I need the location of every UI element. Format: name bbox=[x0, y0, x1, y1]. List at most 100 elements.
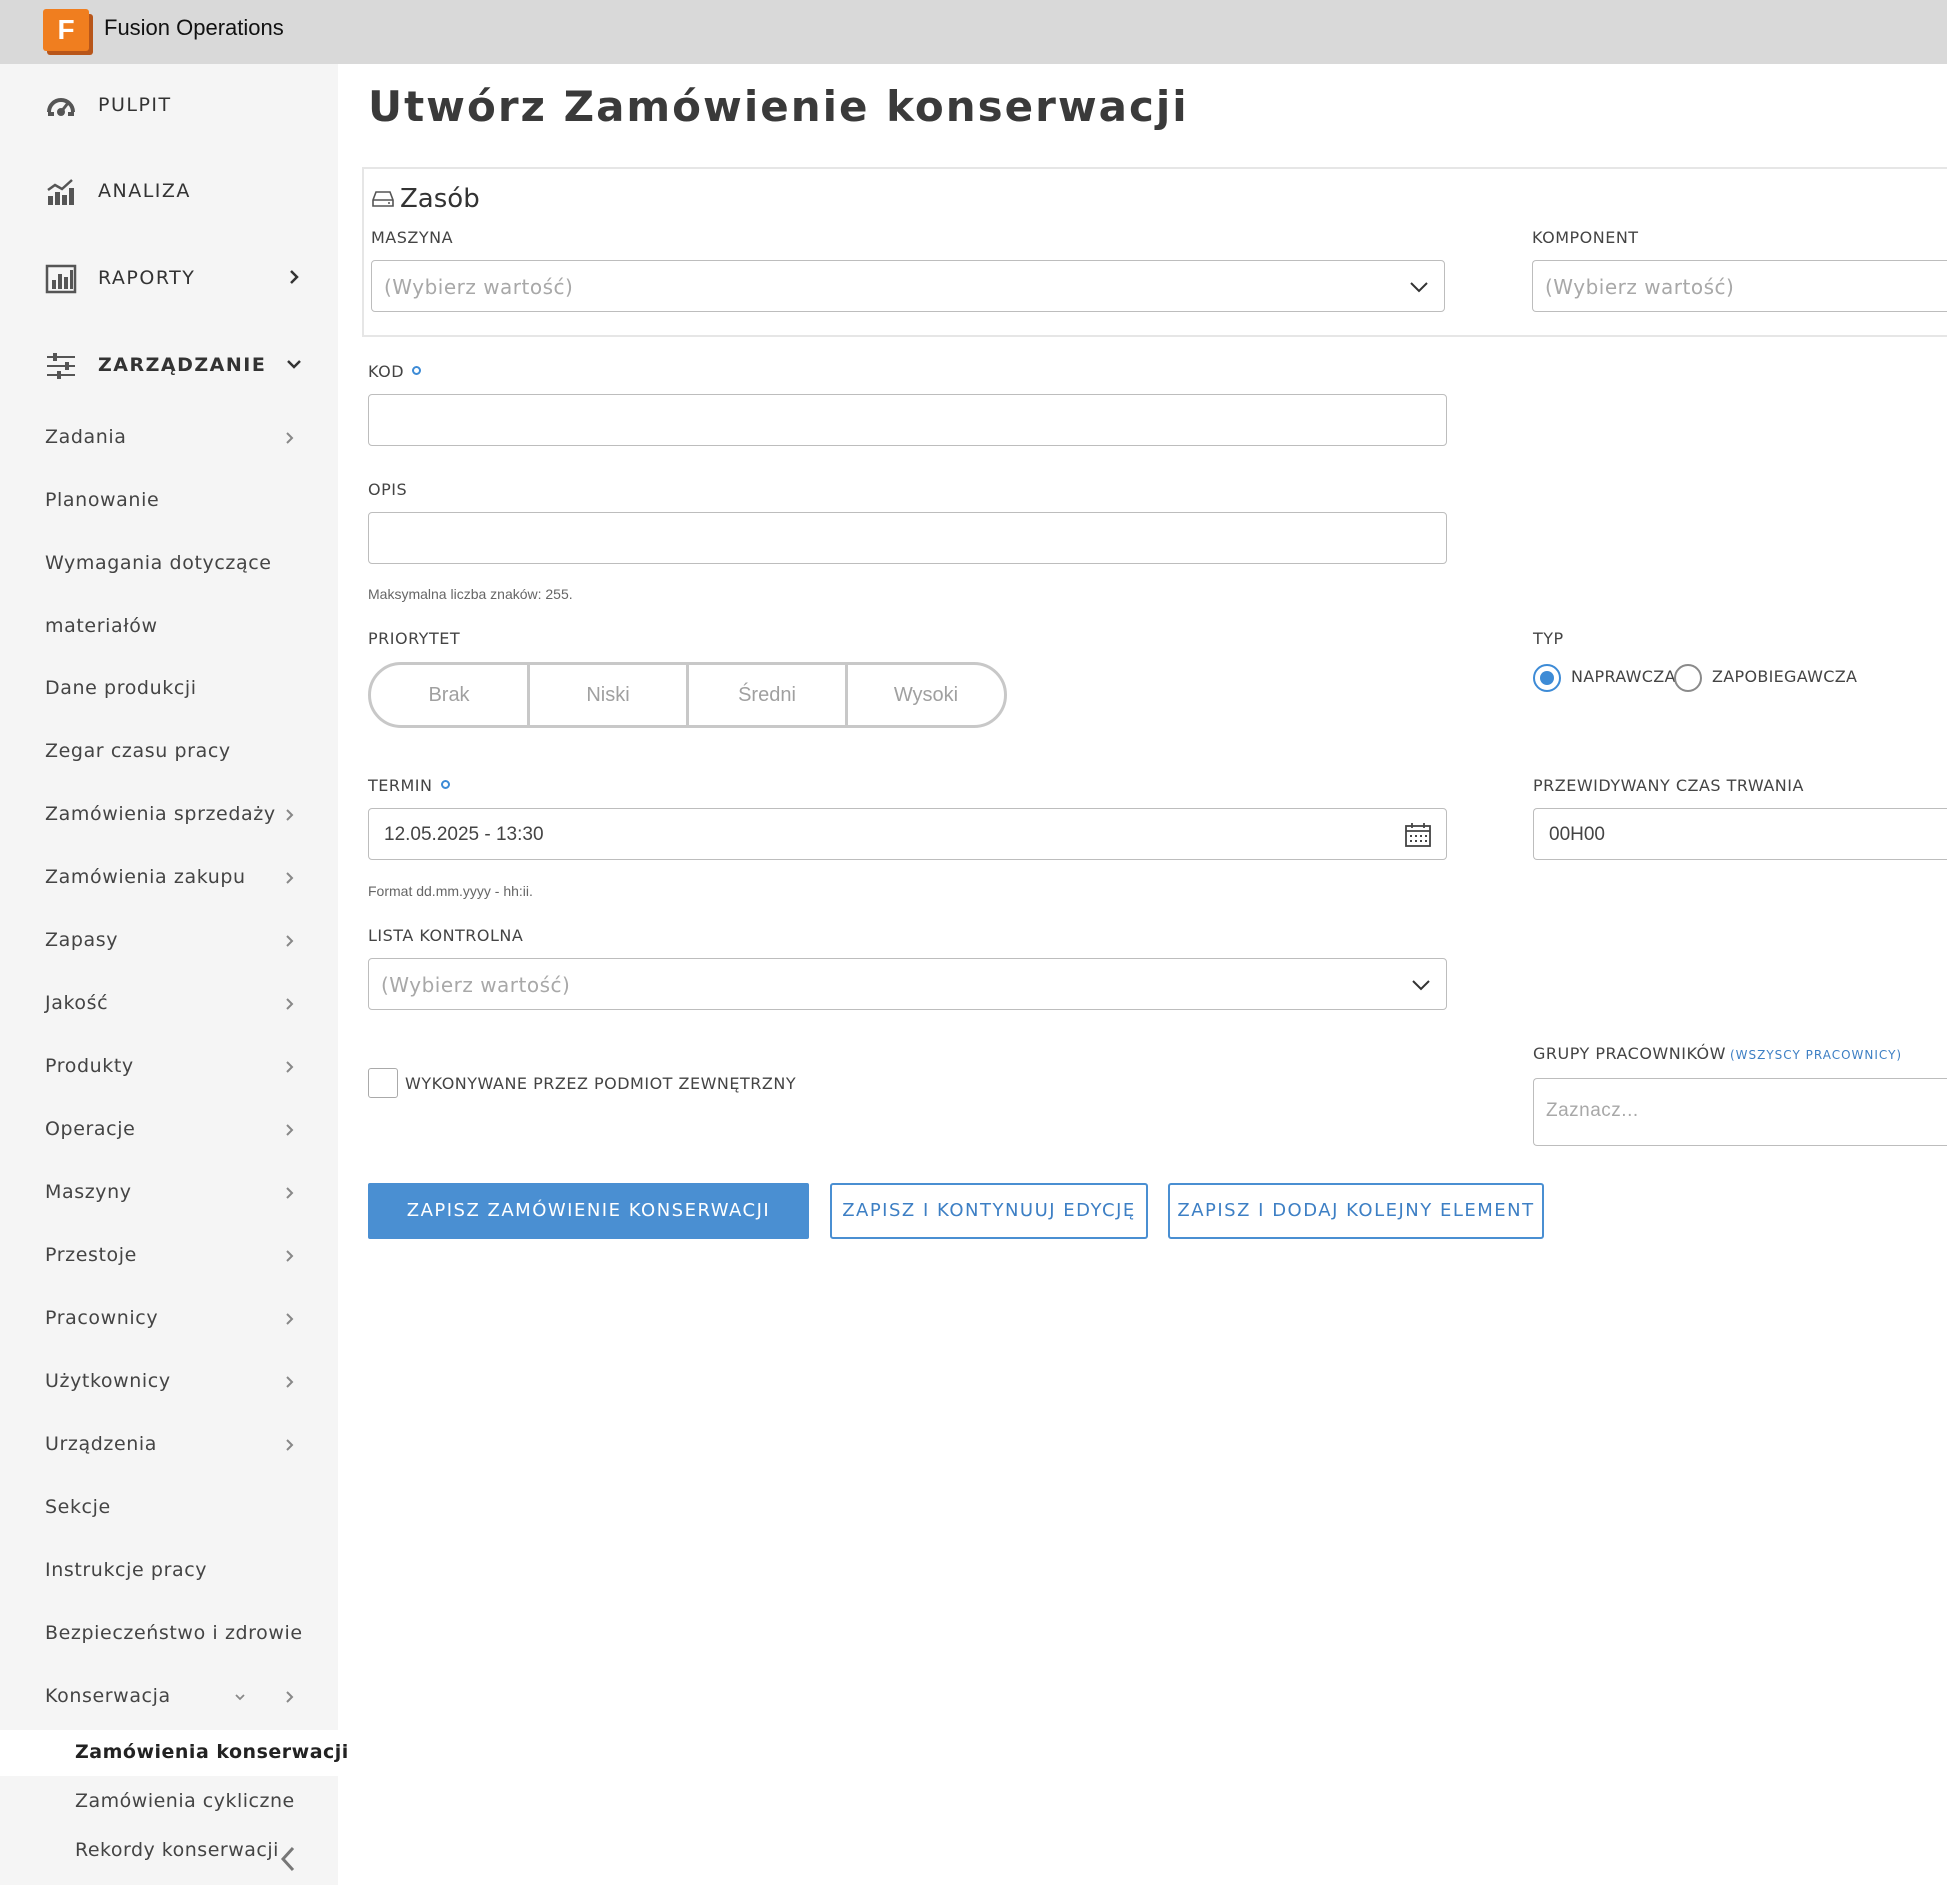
sidebar-item-work-instructions[interactable]: Instrukcje pracy bbox=[0, 1549, 338, 1593]
worker-groups-input[interactable]: Zaznacz... bbox=[1533, 1078, 1947, 1146]
component-placeholder: (Wybierz wartość) bbox=[1545, 275, 1735, 299]
due-date-input[interactable]: 12.05.2025 - 13:30 bbox=[368, 808, 1447, 860]
checklist-placeholder: (Wybierz wartość) bbox=[381, 973, 571, 997]
sidebar-item-maintenance-orders[interactable]: Zamówienia konserwacji bbox=[0, 1730, 348, 1776]
sidebar-item-label: materiałów bbox=[45, 615, 158, 637]
chevron-right-icon bbox=[286, 1061, 294, 1073]
sidebar-item-planning[interactable]: Planowanie bbox=[0, 479, 338, 523]
duration-input[interactable]: 00H00 bbox=[1533, 808, 1947, 860]
chevron-right-icon bbox=[286, 432, 294, 444]
sidebar-item-health-safety[interactable]: Bezpieczeństwo i zdrowie bbox=[0, 1612, 338, 1656]
worker-groups-placeholder: Zaznacz... bbox=[1546, 1100, 1639, 1121]
chevron-down-icon bbox=[1410, 282, 1428, 293]
sidebar-item-label: Zamówienia cykliczne bbox=[75, 1790, 295, 1812]
sidebar-item-label: Zamówienia sprzedaży bbox=[45, 803, 276, 825]
code-input[interactable] bbox=[368, 394, 1447, 446]
chevron-down-icon bbox=[235, 1694, 245, 1701]
sidebar-item-label: Dane produkcji bbox=[45, 677, 197, 699]
sidebar-item-label: Produkty bbox=[45, 1055, 134, 1077]
sidebar-item-downtimes[interactable]: Przestoje bbox=[0, 1234, 338, 1278]
checklist-select[interactable]: (Wybierz wartość) bbox=[368, 958, 1447, 1010]
chevron-right-icon bbox=[286, 1439, 294, 1451]
sidebar-item-operations[interactable]: Operacje bbox=[0, 1108, 338, 1152]
sidebar-item-devices[interactable]: Urządzenia bbox=[0, 1423, 338, 1467]
description-input[interactable] bbox=[368, 512, 1447, 564]
app-logo[interactable]: F bbox=[43, 9, 93, 55]
required-indicator-icon bbox=[440, 780, 450, 789]
dashboard-gauge-icon bbox=[47, 98, 75, 116]
sidebar-item-time-clock[interactable]: Zegar czasu pracy bbox=[0, 730, 338, 774]
machine-placeholder: (Wybierz wartość) bbox=[384, 275, 574, 299]
chevron-right-icon bbox=[286, 1313, 294, 1325]
sidebar-item-sales-orders[interactable]: Zamówienia sprzedaży bbox=[0, 793, 338, 837]
nav-item-reports[interactable]: RAPORTY bbox=[0, 249, 338, 309]
priority-label: PRIORYTET bbox=[368, 629, 461, 648]
save-add-another-button[interactable]: ZAPISZ I DODAJ KOLEJNY ELEMENT bbox=[1168, 1183, 1544, 1239]
nav-item-analytics[interactable]: ANALIZA bbox=[0, 162, 338, 222]
type-label: TYP bbox=[1533, 629, 1564, 648]
page-title: Utwórz Zamówienie konserwacji bbox=[368, 82, 1189, 131]
asset-section-title: Zasób bbox=[372, 184, 480, 214]
sidebar-item-tasks[interactable]: Zadania bbox=[0, 416, 338, 460]
sidebar-item-workers[interactable]: Pracownicy bbox=[0, 1297, 338, 1341]
sidebar-item-sections[interactable]: Sekcje bbox=[0, 1486, 338, 1530]
priority-option-medium[interactable]: Średni bbox=[689, 665, 848, 725]
external-label[interactable]: WYKONYWANE PRZEZ PODMIOT ZEWNĘTRZNY bbox=[405, 1074, 796, 1093]
sidebar-item-label: Jakość bbox=[45, 992, 109, 1014]
description-hint: Maksymalna liczba znaków: 255. bbox=[368, 586, 573, 602]
sidebar-item-label: Zamówienia zakupu bbox=[45, 866, 246, 888]
nav-item-dashboard[interactable]: PULPIT bbox=[0, 76, 338, 136]
component-select[interactable]: (Wybierz wartość) bbox=[1532, 260, 1947, 312]
save-continue-button[interactable]: ZAPISZ I KONTYNUUJ EDYCJĘ bbox=[830, 1183, 1148, 1239]
chevron-right-icon bbox=[286, 872, 294, 884]
sidebar-item-users[interactable]: Użytkownicy bbox=[0, 1360, 338, 1404]
chevron-right-icon bbox=[286, 935, 294, 947]
priority-option-none[interactable]: Brak bbox=[371, 665, 530, 725]
type-label-preventive[interactable]: ZAPOBIEGAWCZA bbox=[1712, 667, 1857, 686]
code-label-text: KOD bbox=[368, 362, 405, 381]
sidebar-item-label: Zadania bbox=[45, 426, 127, 448]
sidebar-item-maintenance[interactable]: Konserwacja bbox=[0, 1675, 338, 1719]
hard-drive-icon bbox=[372, 191, 394, 207]
external-checkbox[interactable] bbox=[368, 1068, 398, 1098]
asset-title-text: Zasób bbox=[400, 184, 480, 214]
sidebar-item-label: Zegar czasu pracy bbox=[45, 740, 231, 762]
nav-item-label: RAPORTY bbox=[98, 267, 196, 289]
calendar-icon[interactable] bbox=[1404, 821, 1432, 849]
sidebar-item-label: Operacje bbox=[45, 1118, 136, 1140]
sidebar-item-inventory[interactable]: Zapasy bbox=[0, 919, 338, 963]
checklist-label: LISTA KONTROLNA bbox=[368, 926, 524, 945]
all-workers-link[interactable]: (WSZYSCY PRACOWNICY) bbox=[1730, 1048, 1902, 1062]
sidebar-item-production-data[interactable]: Dane produkcji bbox=[0, 667, 338, 711]
collapse-sidebar-icon[interactable] bbox=[276, 1844, 300, 1874]
sidebar-item-label: Sekcje bbox=[45, 1496, 111, 1518]
sidebar-item-machines[interactable]: Maszyny bbox=[0, 1171, 338, 1215]
type-radio-preventive[interactable] bbox=[1674, 664, 1702, 692]
nav-item-label: ANALIZA bbox=[98, 180, 191, 202]
sidebar-item-purchase-orders[interactable]: Zamówienia zakupu bbox=[0, 856, 338, 900]
sidebar-item-material-requirements[interactable]: Wymagania dotyczące bbox=[0, 542, 338, 586]
code-label: KOD bbox=[368, 362, 422, 381]
sidebar-item-label: Przestoje bbox=[45, 1244, 137, 1266]
required-indicator-icon bbox=[412, 366, 422, 375]
machine-select[interactable]: (Wybierz wartość) bbox=[371, 260, 1445, 312]
priority-option-low[interactable]: Niski bbox=[530, 665, 689, 725]
worker-groups-label: GRUPY PRACOWNIKÓW (WSZYSCY PRACOWNICY) bbox=[1533, 1044, 1902, 1063]
sidebar-item-quality[interactable]: Jakość bbox=[0, 982, 338, 1026]
chevron-right-icon bbox=[286, 1124, 294, 1136]
type-radio-corrective[interactable] bbox=[1533, 664, 1561, 692]
sidebar-item-label: Urządzenia bbox=[45, 1433, 158, 1455]
type-label-corrective[interactable]: NAPRAWCZA bbox=[1571, 667, 1676, 686]
nav-item-management[interactable]: ZARZĄDZANIE bbox=[0, 336, 338, 396]
save-maintenance-order-button[interactable]: ZAPISZ ZAMÓWIENIE KONSERWACJI bbox=[368, 1183, 809, 1239]
sidebar-item-label: Zapasy bbox=[45, 929, 119, 951]
chevron-down-icon bbox=[1412, 980, 1430, 991]
chevron-right-icon bbox=[286, 1376, 294, 1388]
chevron-right-icon bbox=[286, 1187, 294, 1199]
priority-option-high[interactable]: Wysoki bbox=[848, 665, 1004, 725]
sidebar-item-products[interactable]: Produkty bbox=[0, 1045, 338, 1089]
sidebar-item-material-requirements-cont[interactable]: materiałów bbox=[0, 605, 338, 649]
component-label: KOMPONENT bbox=[1532, 228, 1639, 247]
due-date-label: TERMIN bbox=[368, 776, 450, 795]
sidebar-item-recurring-orders[interactable]: Zamówienia cykliczne bbox=[0, 1779, 338, 1825]
